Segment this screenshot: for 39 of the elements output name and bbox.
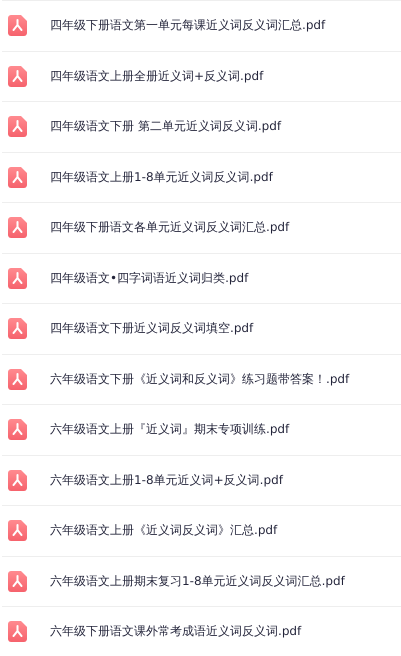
pdf-file-icon [8, 318, 27, 340]
pdf-file-icon [8, 166, 27, 188]
pdf-file-icon [8, 368, 27, 390]
pdf-file-icon [8, 15, 27, 36]
file-name: 四年级语文上册1-8单元近义词反义词.pdf [50, 168, 273, 186]
pdf-file-icon [8, 66, 27, 87]
file-name: 六年级语文上册『近义词』期末专项训练.pdf [50, 421, 290, 438]
file-name: 四年级语文上册全册近义词+反义词.pdf [50, 68, 264, 85]
pdf-file-icon [8, 621, 27, 642]
file-name: 四年级下册语文各单元近义词反义词汇总.pdf [50, 219, 290, 236]
file-row[interactable]: 六年级语文上册『近义词』期末专项训练.pdf [2, 404, 401, 454]
file-name: 六年级语文上册《近义词反义词》汇总.pdf [50, 522, 278, 540]
file-name: 四年级语文•四字词语近义词归类.pdf [50, 270, 248, 287]
file-row[interactable]: 四年级语文下册 第二单元近义词反义词.pdf [2, 101, 401, 152]
file-name: 六年级语文上册1-8单元近义词+反义词.pdf [50, 472, 283, 489]
file-row[interactable]: 六年级语文上册《近义词反义词》汇总.pdf [2, 505, 401, 556]
file-name: 六年级语文下册《近义词和反义词》练习题带答案！.pdf [50, 370, 350, 388]
file-name: 四年级语文下册近义词反义词填空.pdf [50, 320, 254, 338]
file-name: 六年级下册语文课外常考成语近义词反义词.pdf [50, 623, 302, 640]
pdf-file-icon [8, 217, 27, 238]
pdf-file-icon [8, 268, 27, 289]
pdf-file-icon [8, 570, 27, 592]
pdf-file-icon [8, 419, 27, 440]
file-name: 四年级下册语文第一单元每课近义词反义词汇总.pdf [50, 17, 326, 34]
file-row[interactable]: 四年级语文下册近义词反义词填空.pdf [2, 303, 401, 354]
file-row[interactable]: 四年级下册语文各单元近义词反义词汇总.pdf [2, 202, 401, 252]
file-row[interactable]: 四年级语文上册1-8单元近义词反义词.pdf [2, 152, 401, 202]
file-name: 六年级语文上册期末复习1-8单元近义词反义词汇总.pdf [50, 572, 345, 590]
file-row[interactable]: 六年级语文下册《近义词和反义词》练习题带答案！.pdf [2, 354, 401, 404]
file-row[interactable]: 六年级语文上册1-8单元近义词+反义词.pdf [2, 454, 401, 505]
file-row[interactable]: 四年级语文上册全册近义词+反义词.pdf [2, 50, 401, 101]
file-row[interactable]: 六年级语文上册期末复习1-8单元近义词反义词汇总.pdf [2, 556, 401, 606]
pdf-file-icon [8, 520, 27, 542]
file-name: 四年级语文下册 第二单元近义词反义词.pdf [50, 118, 282, 136]
pdf-file-icon [8, 116, 27, 138]
file-row[interactable]: 四年级下册语文第一单元每课近义词反义词汇总.pdf [2, 0, 401, 50]
pdf-file-icon [8, 470, 27, 491]
file-row[interactable]: 四年级语文•四字词语近义词归类.pdf [2, 252, 401, 303]
file-row[interactable]: 六年级下册语文课外常考成语近义词反义词.pdf [2, 606, 401, 656]
